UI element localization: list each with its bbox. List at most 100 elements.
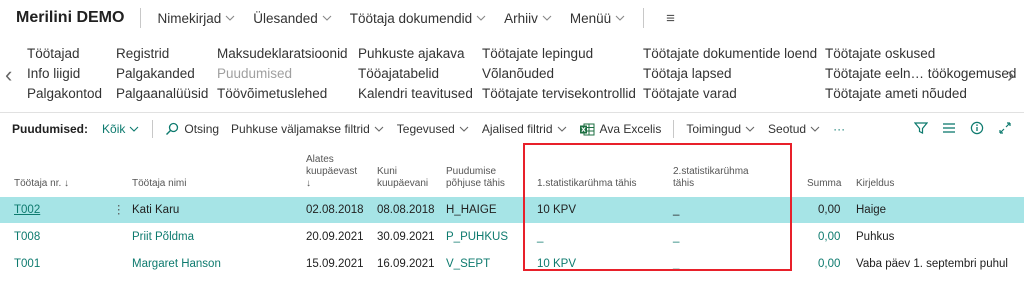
filter-icon[interactable] [913,121,929,138]
table-header: Töötaja nr. ↓ Töötaja nimi Alates kuupäe… [0,150,1024,196]
stat-group-1-code[interactable]: _ [537,224,543,250]
header-line: põhjuse tähis [446,178,505,189]
sum-value: 0,00 [818,204,841,216]
action-link[interactable]: Töötajate dokumentide loend [643,44,817,64]
action-link[interactable]: Info liigid [27,64,102,84]
stat-group-2-code[interactable]: _ [673,224,679,250]
employee-no-link[interactable]: T001 [14,251,40,277]
expand-icon[interactable] [998,121,1012,138]
action-link[interactable]: Puudumised [217,64,348,84]
view-filter-label: Kõik [102,122,126,136]
action-column: Töötajate lepingud Võlanõuded Töötajate … [482,44,636,104]
sum-value[interactable]: 0,00 [818,224,840,250]
absence-reason-code[interactable]: V_SEPT [446,251,490,277]
chevron-right-icon[interactable]: › [1007,64,1014,86]
nav-tasks[interactable]: Ülesanded [253,11,333,26]
action-link[interactable]: Töötajad [27,44,102,64]
activities-menu[interactable]: Tegevused [397,122,470,136]
action-link[interactable]: Töötajate tervisekontrollid [482,84,636,104]
menu-label: Ajalised filtrid [481,122,553,136]
description: Puhkus [856,231,895,243]
nav-lists[interactable]: Nimekirjad [157,11,236,26]
nav-menu[interactable]: Menüü [570,11,626,26]
action-link[interactable]: Töövõimetuslehed [217,84,348,104]
chevron-down-icon [744,124,756,134]
action-link[interactable]: Palgakontod [27,84,102,104]
action-link[interactable]: Puhkuste ajakava [358,44,473,64]
chevron-down-icon [556,124,568,134]
action-link[interactable]: Registrid [116,44,208,64]
action-link[interactable]: Kalendri teavitused [358,84,473,104]
column-header-to-date[interactable]: Kuni kuupäevani [377,166,428,190]
more-options-button[interactable]: ··· [833,122,845,136]
related-menu[interactable]: Seotud [768,122,821,136]
list-view-icon[interactable] [942,121,956,138]
header-line: Kuni [377,166,398,177]
table-row[interactable]: T008 Priit Põldma 20.09.2021 30.09.2021 … [0,224,1024,250]
action-panel: ‹ Töötajad Info liigid Palgakontod Regis… [0,38,1024,110]
action-link[interactable]: Töötajate lepingud [482,44,636,64]
action-link[interactable]: Võlanõuded [482,64,636,84]
action-link[interactable]: Maksudeklaratsioonid [217,44,348,64]
action-link[interactable]: Töötajate oskused [825,44,1016,64]
sum-value[interactable]: 0,00 [818,251,840,277]
table-row[interactable]: T001 Margaret Hanson 15.09.2021 16.09.20… [0,251,1024,277]
header-line: tähis [673,178,695,189]
view-filter-dropdown[interactable]: Kõik [102,122,140,136]
description: Vaba päev 1. septembri puhul [856,258,1008,270]
employee-name[interactable]: Margaret Hanson [132,251,221,277]
employee-name[interactable]: Priit Põldma [132,224,194,250]
search-button[interactable]: Otsing [165,122,219,136]
time-filters-menu[interactable]: Ajalised filtrid [482,122,568,136]
column-header-employee-no[interactable]: Töötaja nr. ↓ [14,178,69,190]
main-nav: Nimekirjad Ülesanded Töötaja dokumendid … [157,8,675,28]
actions-menu[interactable]: Toimingud [686,122,756,136]
menu-label: Toimingud [686,122,742,136]
info-icon[interactable] [970,121,984,138]
action-column: Maksudeklaratsioonid Puudumised Töövõime… [217,44,348,104]
sort-arrow-icon: ↓ [306,178,311,189]
column-header-stat-group-1[interactable]: 1.statistikarühma tähis [537,178,637,190]
table-row[interactable]: T002 ⋮ Kati Karu 02.08.2018 08.08.2018 H… [0,197,1024,223]
employee-no-link[interactable]: T002 [14,197,40,223]
list-toolbar: Puudumised: Kõik Otsing Puhkuse väljamak… [0,114,1024,144]
chevron-down-icon [475,13,487,23]
row-menu-icon[interactable]: ⋮ [113,197,125,223]
nav-archive[interactable]: Arhiiv [504,11,553,26]
description: Haige [856,204,887,216]
action-link[interactable]: Töötajate ameti nõuded [825,84,1016,104]
employee-name: Kati Karu [132,204,180,216]
chevron-left-icon[interactable]: ‹ [5,64,12,86]
column-header-absence-reason[interactable]: Puudumise põhjuse tähis [446,166,505,190]
action-column: Registrid Palgakanded Palgaanalüüsid [116,44,208,104]
stat-group-1-code[interactable]: 10 KPV [537,251,576,277]
open-in-excel-button[interactable]: Ava Excelis [579,122,661,136]
action-link[interactable]: Töötajate varad [643,84,817,104]
hamburger-icon[interactable]: ≡ [666,10,675,27]
action-link[interactable]: Töötaja lapsed [643,64,817,84]
menu-label: Puhkuse väljamakse filtrid [231,122,370,136]
divider [0,112,1024,113]
nav-employee-documents[interactable]: Töötaja dokumendid [350,11,487,26]
stat-group-2-code[interactable]: _ [673,251,679,277]
column-header-employee-name[interactable]: Töötaja nimi [132,178,186,190]
column-header-from-date[interactable]: Alates kuupäevast ↓ [306,154,357,190]
divider [643,8,645,28]
action-link[interactable]: Palgaanalüüsid [116,84,208,104]
vacation-payout-filters-menu[interactable]: Puhkuse väljamakse filtrid [231,122,385,136]
action-column: Puhkuste ajakava Tööajatabelid Kalendri … [358,44,473,104]
nav-label: Töötaja dokumendid [349,10,473,26]
employee-no-link[interactable]: T008 [14,224,40,250]
company-name[interactable]: Merilini DEMO [16,9,124,27]
action-link[interactable]: Tööajatabelid [358,64,473,84]
absence-reason-code[interactable]: P_PUHKUS [446,224,508,250]
nav-label: Nimekirjad [157,10,222,26]
action-link[interactable]: Palgakanded [116,64,208,84]
search-label: Otsing [184,122,220,136]
action-column: Töötajad Info liigid Palgakontod [27,44,102,104]
action-link[interactable]: Töötajate eeln… töökogemused [825,64,1016,84]
column-header-sum[interactable]: Summa [807,178,841,190]
column-header-stat-group-2[interactable]: 2.statistikarühma tähis [673,166,749,190]
chevron-down-icon [321,13,333,23]
column-header-description[interactable]: Kirjeldus [856,178,894,190]
